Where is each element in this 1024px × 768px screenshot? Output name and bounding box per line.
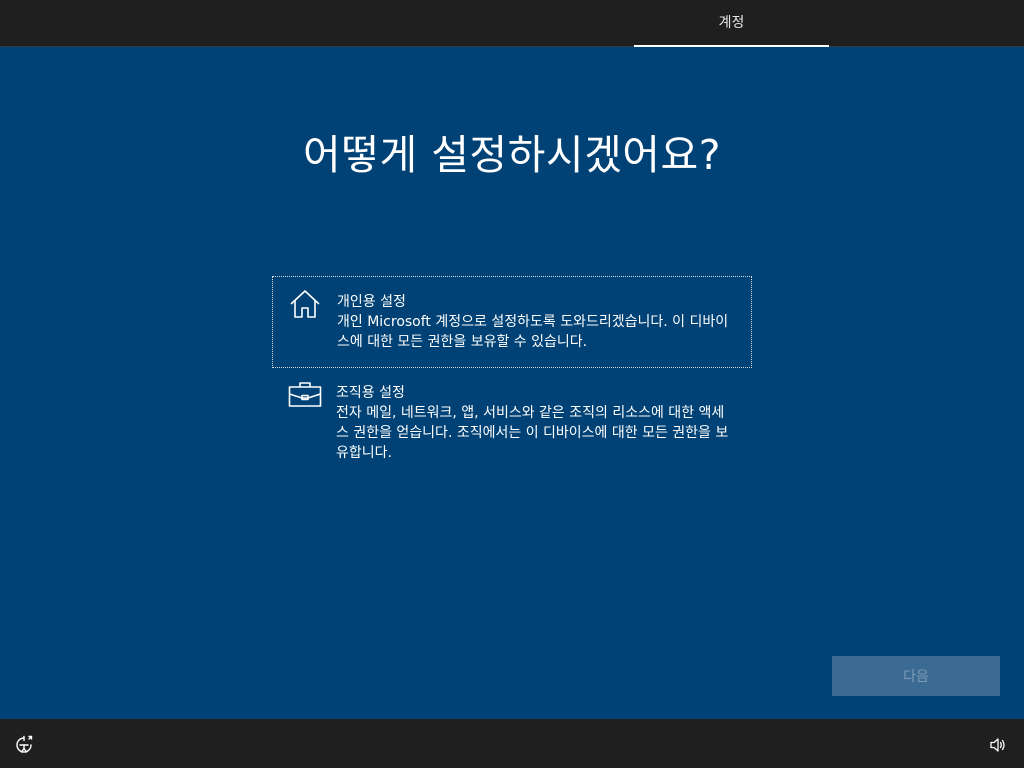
volume-icon[interactable] (988, 735, 1008, 755)
option-personal-title: 개인용 설정 (337, 294, 406, 310)
main-content: 어떻게 설정하시겠어요? 개인용 설정 개인 Microsoft 계정으로 설정… (0, 47, 1024, 719)
next-button[interactable]: 다음 (832, 656, 1000, 696)
option-organization-setup[interactable]: 조직용 설정 전자 메일, 네트워크, 앱, 서비스와 같은 조직의 리소스에 … (272, 376, 752, 476)
page-title: 어떻게 설정하시겠어요? (303, 131, 721, 179)
option-organization-text: 조직용 설정 전자 메일, 네트워크, 앱, 서비스와 같은 조직의 리소스에 … (336, 383, 736, 463)
option-personal-setup[interactable]: 개인용 설정 개인 Microsoft 계정으로 설정하도록 도와드리겠습니다.… (272, 276, 752, 368)
bottom-bar (0, 719, 1024, 768)
ease-of-access-icon[interactable] (14, 735, 34, 755)
tab-account[interactable]: 계정 (634, 0, 829, 47)
option-organization-title: 조직용 설정 (336, 385, 405, 401)
home-icon (288, 289, 322, 319)
option-organization-description: 전자 메일, 네트워크, 앱, 서비스와 같은 조직의 리소스에 대한 액세스 … (336, 405, 729, 461)
option-personal-text: 개인용 설정 개인 Microsoft 계정으로 설정하도록 도와드리겠습니다.… (337, 292, 737, 352)
tab-account-label: 계정 (718, 15, 745, 31)
top-bar: 계정 (0, 0, 1024, 47)
option-personal-description: 개인 Microsoft 계정으로 설정하도록 도와드리겠습니다. 이 디바이스… (337, 314, 729, 350)
briefcase-icon (288, 380, 322, 410)
